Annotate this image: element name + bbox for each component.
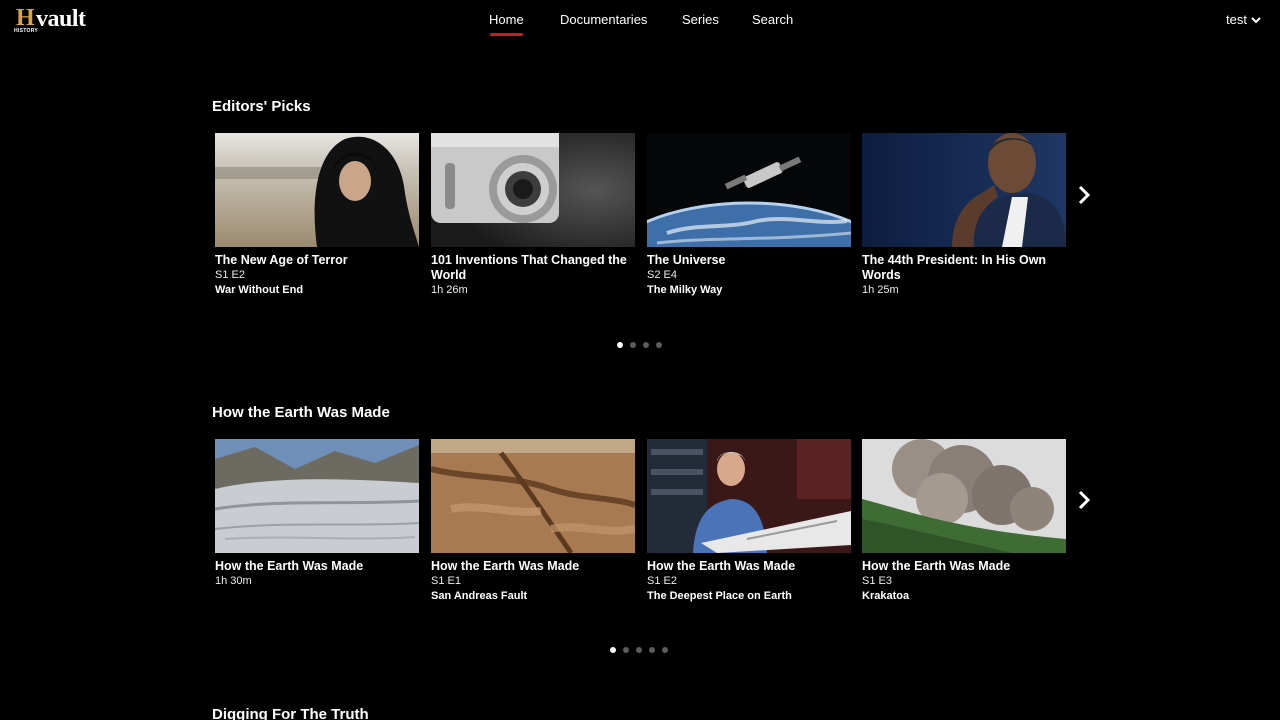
card-title: How the Earth Was Made bbox=[862, 559, 1011, 573]
thumbnail bbox=[215, 133, 419, 247]
card-subtitle: War Without End bbox=[215, 284, 304, 296]
card-meta: 1h 25m bbox=[862, 284, 899, 296]
card-title: 101 Inventions That Changed the World bbox=[431, 253, 627, 282]
row-title-editors-picks: Editors' Picks bbox=[212, 98, 311, 115]
card-title: How the Earth Was Made bbox=[647, 559, 796, 573]
card-101-inventions[interactable]: 101 Inventions That Changed the World 1h… bbox=[431, 133, 635, 298]
thumbnail bbox=[647, 133, 851, 247]
card-title: How the Earth Was Made bbox=[215, 559, 364, 573]
card-san-andreas-fault[interactable]: How the Earth Was Made S1 E1 San Andreas… bbox=[431, 439, 635, 604]
card-44th-president[interactable]: The 44th President: In His Own Words 1h … bbox=[862, 133, 1066, 298]
thumbnail bbox=[431, 133, 635, 247]
page-dot[interactable] bbox=[617, 342, 623, 348]
card-subtitle: San Andreas Fault bbox=[431, 590, 528, 602]
card-title: The Universe bbox=[647, 253, 726, 267]
card-meta: 1h 30m bbox=[215, 575, 252, 587]
page-dot[interactable] bbox=[623, 647, 629, 653]
nav-search[interactable]: Search bbox=[752, 12, 793, 27]
row-title-how-the-earth-was-made: How the Earth Was Made bbox=[212, 404, 390, 421]
page-dot[interactable] bbox=[656, 342, 662, 348]
card-title: The New Age of Terror bbox=[215, 253, 348, 267]
carousel-pagination bbox=[617, 342, 662, 350]
card-meta: S2 E4 bbox=[647, 269, 677, 281]
row-title-digging-for-the-truth: Digging For The Truth bbox=[212, 706, 369, 720]
thumbnail bbox=[862, 133, 1066, 247]
chevron-right-icon bbox=[1077, 489, 1091, 516]
card-meta: S1 E1 bbox=[431, 575, 461, 587]
card-meta: 1h 26m bbox=[431, 284, 468, 296]
page-dot[interactable] bbox=[610, 647, 616, 653]
main-nav: Home Documentaries Series Search bbox=[0, 12, 1280, 42]
user-name: test bbox=[1226, 12, 1247, 27]
nav-series[interactable]: Series bbox=[682, 12, 719, 27]
thumbnail bbox=[431, 439, 635, 553]
card-meta: S1 E2 bbox=[647, 575, 677, 587]
card-deepest-place-on-earth[interactable]: How the Earth Was Made S1 E2 The Deepest… bbox=[647, 439, 851, 604]
thumbnail bbox=[862, 439, 1066, 553]
page-dot[interactable] bbox=[649, 647, 655, 653]
card-new-age-of-terror[interactable]: The New Age of Terror S1 E2 War Without … bbox=[215, 133, 419, 298]
card-meta: S1 E3 bbox=[862, 575, 892, 587]
page-dot[interactable] bbox=[630, 342, 636, 348]
page-dot[interactable] bbox=[643, 342, 649, 348]
chevron-right-icon bbox=[1077, 184, 1091, 211]
user-menu[interactable]: test bbox=[1226, 12, 1261, 27]
card-title: How the Earth Was Made bbox=[431, 559, 580, 573]
card-krakatoa[interactable]: How the Earth Was Made S1 E3 Krakatoa bbox=[862, 439, 1066, 604]
card-meta: S1 E2 bbox=[215, 269, 245, 281]
nav-documentaries[interactable]: Documentaries bbox=[560, 12, 647, 27]
page-dot[interactable] bbox=[662, 647, 668, 653]
card-subtitle: The Deepest Place on Earth bbox=[647, 590, 792, 602]
card-title: The 44th President: In His Own Words bbox=[862, 253, 1047, 282]
carousel-pagination bbox=[610, 647, 668, 655]
row-next-button[interactable] bbox=[1074, 183, 1094, 211]
thumbnail bbox=[647, 439, 851, 553]
thumbnail bbox=[215, 439, 419, 553]
card-subtitle: Krakatoa bbox=[862, 590, 910, 602]
card-the-universe[interactable]: The Universe S2 E4 The Milky Way bbox=[647, 133, 851, 298]
page-dot[interactable] bbox=[636, 647, 642, 653]
row-next-button[interactable] bbox=[1074, 488, 1094, 516]
nav-home[interactable]: Home bbox=[489, 12, 524, 36]
top-bar: H HISTORY vault Home Documentaries Serie… bbox=[0, 0, 1280, 42]
card-subtitle: The Milky Way bbox=[647, 284, 723, 296]
card-earth-special[interactable]: How the Earth Was Made 1h 30m bbox=[215, 439, 419, 589]
chevron-down-icon bbox=[1251, 16, 1261, 24]
